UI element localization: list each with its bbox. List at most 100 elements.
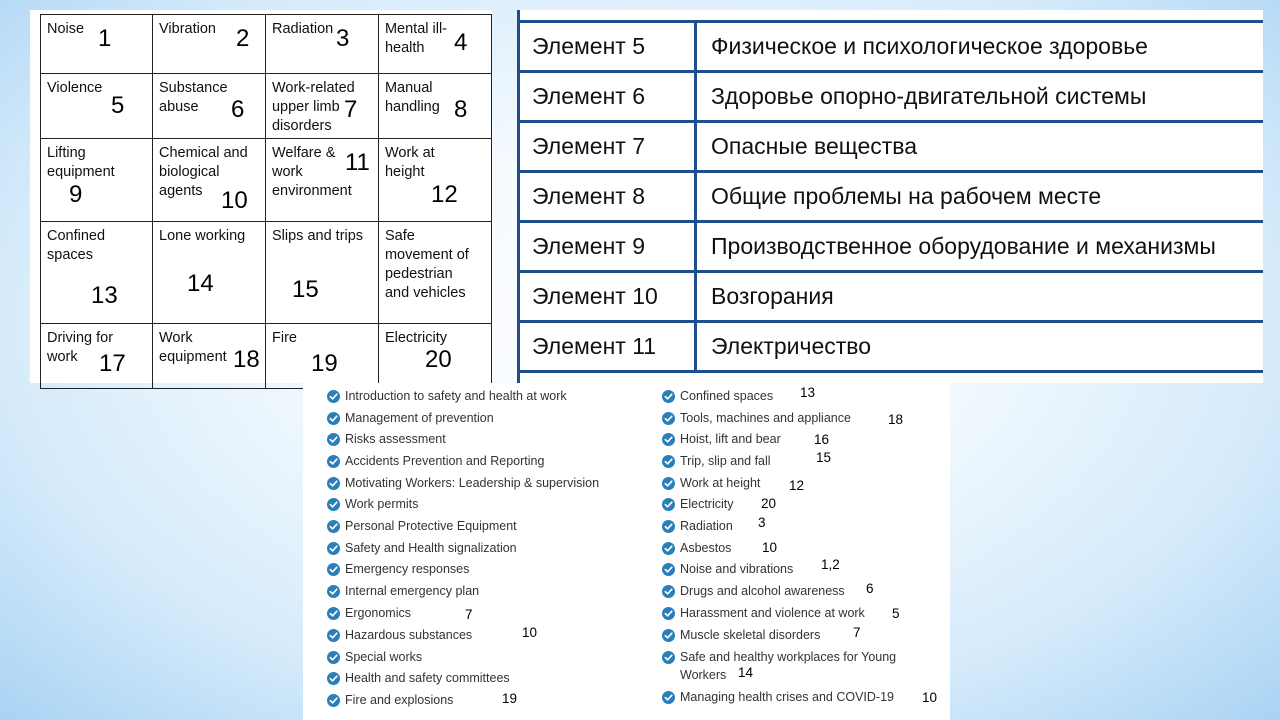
- checkmark-circle-icon: [327, 390, 340, 403]
- element-description-cell: Производственное оборудование и механизм…: [695, 221, 1263, 273]
- grid-cell-number: 17: [99, 350, 126, 377]
- checklist-item-text: Drugs and alcohol awareness: [680, 584, 845, 598]
- grid-row: Violence 5 Substance abuse 6 Work-related up…: [40, 73, 493, 139]
- checkmark-circle-icon: [327, 651, 340, 664]
- checklist-item-number: 10: [922, 690, 938, 705]
- grid-cell-label: Lone working: [159, 228, 246, 244]
- grid-cell: Work-related upper limb disorders 7: [264, 73, 379, 139]
- grid-cell-number: 3: [335, 25, 350, 52]
- grid-cell: Lone working 14: [152, 221, 266, 324]
- grid-cell-label: Driving for work: [47, 330, 114, 365]
- grid-cell-number: 8: [453, 96, 468, 123]
- checklist-item-number: 7: [853, 625, 861, 640]
- elements-table-panel: Элемент 5 Физическое и психологическое зд…: [517, 10, 1263, 383]
- checklist-item-text: Management of prevention: [345, 411, 494, 425]
- grid-cell-number: 9: [69, 181, 83, 208]
- grid-cell-number: 5: [111, 92, 125, 119]
- checklist-item-number: 6: [866, 581, 874, 596]
- checkmark-circle-icon: [327, 585, 340, 598]
- checklist-item-text: Muscle skeletal disorders: [680, 628, 821, 642]
- table-row: Элемент 9 Производственное оборудование и…: [520, 221, 1263, 273]
- grid-cell: Welfare & work environment 11: [264, 138, 379, 222]
- grid-cell: Chemical and biological agents 10: [152, 138, 266, 222]
- grid-cell: Fire 19: [264, 323, 379, 389]
- checkmark-circle-icon: [662, 691, 675, 704]
- checkmark-circle-icon: [662, 651, 675, 664]
- checklist-item-text: Risks assessment: [345, 432, 446, 446]
- checklist-item-number: 13: [800, 385, 816, 400]
- grid-cell-label: Work-related upper limb disorders: [271, 80, 355, 134]
- grid-cell-label: Fire: [271, 330, 297, 346]
- element-description-cell: Опасные вещества: [695, 121, 1263, 173]
- checklist-item-text: Special works: [345, 650, 423, 664]
- elements-table: Элемент 5 Физическое и психологическое зд…: [520, 20, 1263, 373]
- grid-cell-number: 19: [310, 350, 338, 377]
- table-row: Элемент 6 Здоровье опорно-двигательной си…: [520, 71, 1263, 123]
- checklist-item-number: 15: [816, 450, 832, 465]
- grid-cell-number: 6: [231, 96, 245, 123]
- checklist-item-text: Tools, machines and appliance: [680, 411, 851, 425]
- checklist-item-number: 19: [502, 691, 518, 706]
- checklist-item-number: 1,2: [821, 557, 840, 572]
- checklist-item-text: Trip, slip and fall: [680, 454, 771, 468]
- element-number-cell: Элемент 5: [520, 20, 697, 73]
- checklist-item-number: 3: [758, 515, 766, 530]
- grid-cell: Lifting equipment 9: [40, 138, 153, 222]
- grid-row: Confined spaces 13 Lone working 14 Slips and…: [40, 221, 493, 324]
- checklist-item-text: Safe and healthy workplaces for Young: [680, 650, 897, 664]
- topics-checklist-panel: Introduction to safety and health at wor…: [303, 383, 950, 720]
- checkmark-circle-icon: [327, 542, 340, 555]
- grid-cell: Substance abuse 6: [152, 73, 266, 139]
- grid-cell-label: Substance abuse: [159, 80, 228, 115]
- table-row: Элемент 10 Возгорания: [520, 271, 1263, 323]
- grid-cell-number: 15: [291, 276, 319, 303]
- grid-cell: Confined spaces 13: [40, 221, 153, 324]
- element-number-cell: Элемент 10: [520, 271, 697, 323]
- checklist-item-text: Managing health crises and COVID-19: [680, 690, 895, 704]
- checklist-item-text: Health and safety committees: [345, 671, 510, 685]
- checklist-item-text: Work permits: [345, 497, 419, 511]
- grid-cell-label: Slips and trips: [271, 228, 364, 244]
- checkmark-circle-icon: [662, 455, 675, 468]
- checklist-item-text: Electricity: [680, 497, 734, 511]
- checklist-item-number: 16: [814, 432, 830, 447]
- checkmark-circle-icon: [662, 563, 675, 576]
- element-number-cell: Элемент 7: [520, 121, 697, 173]
- element-description-cell: Возгорания: [695, 271, 1263, 323]
- checkmark-circle-icon: [327, 520, 340, 533]
- checkmark-circle-icon: [662, 433, 675, 446]
- checkmark-circle-icon: [327, 498, 340, 511]
- grid-cell-label: Manual handling: [384, 80, 440, 115]
- element-description-cell: Физическое и психологическое здоровье: [695, 20, 1263, 73]
- checklist-item-text: Emergency responses: [345, 562, 470, 576]
- checklist-item-text: Personal Protective Equipment: [345, 519, 517, 533]
- checklist-item-text: Hazardous substances: [345, 628, 473, 642]
- checklist-item-number: 10: [762, 540, 778, 555]
- grid-cell-number: 10: [221, 187, 248, 214]
- hazard-grid-table: Noise 1 Vibration 2 Radiation 3 Mental ill- he…: [40, 14, 493, 389]
- table-row: Элемент 8 Общие проблемы на рабочем месте: [520, 171, 1263, 223]
- grid-cell-number: 11: [344, 149, 370, 176]
- checkmark-circle-icon: [327, 412, 340, 425]
- grid-cell: Violence 5: [40, 73, 153, 139]
- element-description-cell: Электричество: [695, 321, 1263, 373]
- checkmark-circle-icon: [662, 542, 675, 555]
- grid-cell-label: Violence: [47, 80, 103, 96]
- checklist-item-text: Harassment and violence at work: [680, 606, 865, 620]
- checklist-item-number: 18: [888, 412, 904, 427]
- checklist-item-number: 10: [522, 625, 538, 640]
- checkmark-circle-icon: [662, 477, 675, 490]
- grid-cell: Radiation 3: [264, 14, 379, 74]
- grid-cell-number: 2: [236, 25, 250, 52]
- grid-cell: Manual handling 8: [377, 73, 493, 139]
- checkmark-circle-icon: [327, 607, 340, 620]
- checkmark-circle-icon: [662, 629, 675, 642]
- grid-cell-number: 18: [233, 346, 260, 373]
- checklist-item-text: Introduction to safety and health at wor…: [345, 389, 567, 403]
- grid-cell-number: 13: [91, 282, 118, 309]
- grid-cell-number: 12: [430, 181, 458, 208]
- checklist-item-number: 5: [892, 606, 900, 621]
- grid-cell: Vibration 2: [152, 14, 266, 74]
- checklist-item-text: Hoist, lift and bear: [680, 432, 781, 446]
- grid-cell-label: Work at height: [384, 145, 435, 180]
